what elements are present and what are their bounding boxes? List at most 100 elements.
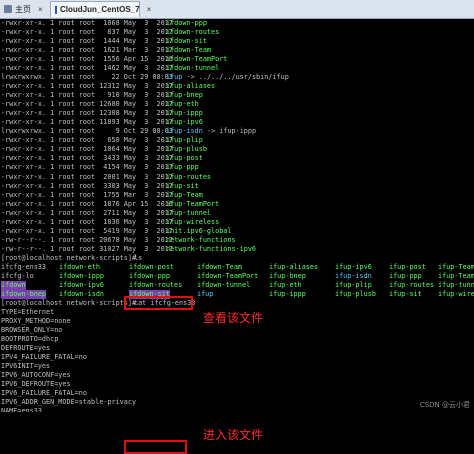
- config-entry: TYPE=Ethernet: [1, 308, 54, 317]
- config-entry: IPV6_FAILURE_FATAL=no: [1, 389, 87, 398]
- file-name: ifdown-routes: [166, 28, 219, 37]
- tab-vm-label: CloudJun_CentOS_7: [60, 5, 140, 14]
- file-meta: lrwxrwxrwx. 1 root root 22 Oct 29 08:03: [1, 73, 173, 82]
- file-meta: -rwxr-xr-x. 1 root root 4154 May 3 2017: [1, 163, 173, 172]
- file-meta: -rwxr-xr-x. 1 root root 1556 Apr 15 2016: [1, 55, 173, 64]
- ls-entry: ifup: [197, 290, 213, 299]
- config-entry: BROWSER_ONLY=no: [1, 326, 62, 335]
- file-meta: -rwxr-xr-x. 1 root root 5419 May 3 2017: [1, 227, 173, 236]
- file-name: ifup-eth: [166, 100, 199, 109]
- config-entry: IPV6_ADDR_GEN_MODE=stable-privacy: [1, 398, 136, 407]
- tab-bar: 主页 × CloudJun_CentOS_7 ×: [0, 0, 474, 19]
- ls-entry: ifup-eth: [269, 281, 302, 290]
- config-entry: IPV6INIT=yes: [1, 362, 50, 371]
- file-name: ifup-ipv6: [166, 118, 203, 127]
- file-meta: -rwxr-xr-x. 1 root root 12680 May 3 2017: [1, 100, 173, 109]
- link-target: -> ../../../usr/sbin/ifup: [182, 73, 288, 82]
- file-name: ifup-isdn: [166, 127, 203, 136]
- ls-entry: ifup-isdn: [335, 272, 372, 281]
- ls-entry: ifdown: [1, 281, 26, 290]
- file-meta: lrwxrwxrwx. 1 root root 9 Oct 29 08:03: [1, 127, 173, 136]
- config-entry: IPV6_AUTOCONF=yes: [1, 371, 71, 380]
- ls-entry: ifup-tunnel: [438, 281, 474, 290]
- file-name: ifup-wireless: [166, 218, 219, 227]
- file-meta: -rwxr-xr-x. 1 root root 2001 May 3 2017: [1, 173, 173, 182]
- ls-entry: ifdown-ipv6: [59, 281, 104, 290]
- ls-entry: ifdown-TeamPort: [197, 272, 258, 281]
- file-name: ifup-Team: [166, 191, 203, 200]
- file-meta: -rwxr-xr-x. 1 root root 12308 May 3 2017: [1, 109, 173, 118]
- file-name: init.ipv6-global: [166, 227, 231, 236]
- file-name: ifup-bnep: [166, 91, 203, 100]
- terminal[interactable]: -rwxr-xr-x. 1 root root 1068 May 3 2017i…: [0, 19, 474, 412]
- config-entry: IPV4_FAILURE_FATAL=no: [1, 353, 87, 362]
- file-meta: -rwxr-xr-x. 1 root root 1621 Mar 3 2017: [1, 46, 173, 55]
- vm-icon: [55, 6, 57, 14]
- ls-entry: ifdown-routes: [129, 281, 182, 290]
- ls-entry: ifup-plusb: [335, 290, 376, 299]
- link-target: -> ifup-ippp: [203, 127, 256, 136]
- ls-entry: ifup-Team: [438, 263, 474, 272]
- file-meta: -rwxr-xr-x. 1 root root 1836 May 3 2017: [1, 218, 173, 227]
- file-meta: -rwxr-xr-x. 1 root root 1876 Apr 15 2016: [1, 200, 173, 209]
- ls-entry: ifup-aliases: [269, 263, 318, 272]
- annotation-view-file: 查看该文件: [203, 309, 263, 326]
- file-name: ifup-ppp: [166, 163, 199, 172]
- file-name: ifup-ippp: [166, 109, 203, 118]
- file-name: ifup-sit: [166, 182, 199, 191]
- file-meta: -rwxr-xr-x. 1 root root 1462 May 3 2017: [1, 64, 173, 73]
- config-entry: IPV6_DEFROUTE=yes: [1, 380, 71, 389]
- file-name: ifdown-TeamPort: [166, 55, 227, 64]
- tab-vm[interactable]: CloudJun_CentOS_7 ×: [50, 1, 140, 17]
- ls-entry: ifup-post: [389, 263, 426, 272]
- file-name: ifup-TeamPort: [166, 200, 219, 209]
- ls-entry: ifup-bnep: [269, 272, 306, 281]
- file-name: ifdown-tunnel: [166, 64, 219, 73]
- shell-prompt: [root@localhost network-scripts]#: [1, 299, 140, 308]
- ls-entry: ifup-ipv6: [335, 263, 372, 272]
- ls-entry: ifdown-isdn: [59, 290, 104, 299]
- file-meta: -rwxr-xr-x. 1 root root 12312 May 3 2017: [1, 82, 173, 91]
- annotation-edit-file: 进入该文件: [203, 426, 263, 443]
- ls-entry: ifup-sit: [389, 290, 422, 299]
- tab-home-label: 主页: [15, 4, 31, 15]
- file-name: ifdown-ppp: [166, 19, 207, 28]
- ls-entry: ifup-wireless: [438, 290, 474, 299]
- file-name: ifup: [166, 73, 182, 82]
- ls-entry: ifdown-ppp: [129, 272, 170, 281]
- file-meta: -rwxr-xr-x. 1 root root 910 May 3 2017: [1, 91, 173, 100]
- config-entry: DEFROUTE=yes: [1, 344, 50, 353]
- shell-prompt: [root@localhost network-scripts]#: [1, 254, 140, 263]
- file-name: network-functions: [166, 236, 236, 245]
- ls-entry: ifdown-Team: [197, 263, 242, 272]
- file-name: ifup-plusb: [166, 145, 207, 154]
- watermark: CSDN @云小君: [420, 400, 470, 410]
- close-icon[interactable]: ×: [38, 5, 43, 14]
- file-meta: -rwxr-xr-x. 1 root root 2711 May 3 2017: [1, 209, 173, 218]
- ls-entry: ifdown-bnep: [1, 290, 46, 299]
- config-entry: BOOTPROTO=dhcp: [1, 335, 58, 344]
- file-name: ifup-tunnel: [166, 209, 211, 218]
- file-meta: -rwxr-xr-x. 1 root root 837 May 3 2017: [1, 28, 173, 37]
- config-entry: NAME=ens33: [1, 407, 42, 412]
- file-meta: -rwxr-xr-x. 1 root root 11893 May 3 2017: [1, 118, 173, 127]
- file-meta: -rwxr-xr-x. 1 root root 1068 May 3 2017: [1, 19, 173, 28]
- tab-home[interactable]: 主页 ×: [0, 1, 50, 17]
- file-name: ifdown-Team: [166, 46, 211, 55]
- ls-entry: ifdown-eth: [59, 263, 100, 272]
- file-meta: -rwxr-xr-x. 1 root root 3433 May 3 2017: [1, 154, 173, 163]
- file-name: network-functions-ipv6: [166, 245, 256, 254]
- ls-entry: ifup-TeamPort: [438, 272, 474, 281]
- file-name: ifdown-sit: [166, 37, 207, 46]
- ls-entry: ifcfg-lo: [1, 272, 34, 281]
- config-entry: PROXY_METHOD=none: [1, 317, 71, 326]
- file-meta: -rw-r--r--. 1 root root 20678 May 3 2017: [1, 236, 173, 245]
- ls-entry: ifup-ppp: [389, 272, 422, 281]
- ls-entry: ifcfg-ens33: [1, 263, 46, 272]
- ls-entry: ifdown-ippp: [59, 272, 104, 281]
- highlight-box-vi: [124, 440, 187, 454]
- file-meta: -rwxr-xr-x. 1 root root 1755 Mar 3 2017: [1, 191, 173, 200]
- close-icon[interactable]: ×: [147, 5, 152, 14]
- ls-entry: ifdown-post: [129, 263, 174, 272]
- ls-entry: ifup-routes: [389, 281, 434, 290]
